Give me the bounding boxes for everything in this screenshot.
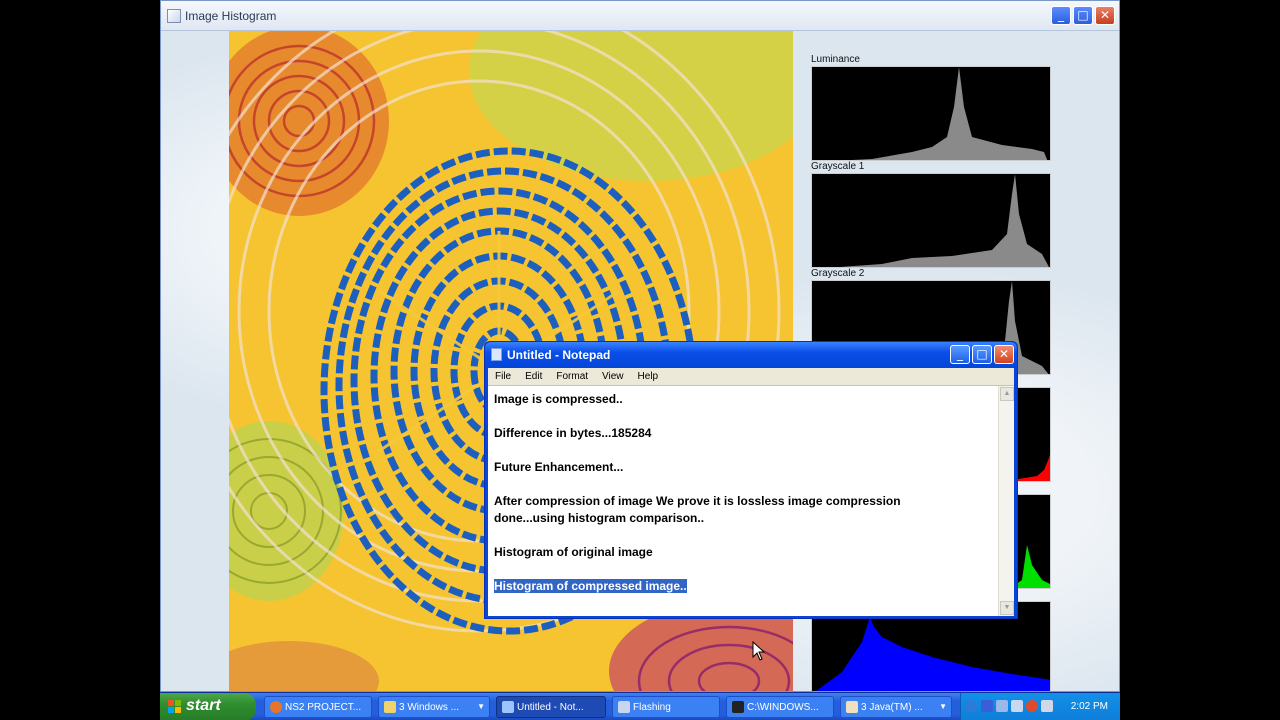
firefox-icon xyxy=(270,701,282,713)
maximize-button[interactable]: □ xyxy=(1073,6,1093,25)
java-app-icon xyxy=(167,9,181,23)
luminance-histogram xyxy=(811,66,1051,161)
text-line: Histogram of compressed image.. xyxy=(494,578,994,595)
cmd-icon xyxy=(732,701,744,713)
scroll-up-icon[interactable]: ▲ xyxy=(1000,387,1014,401)
taskbar-button-label: NS2 PROJECT... xyxy=(285,702,362,713)
volume-icon[interactable] xyxy=(1041,700,1053,712)
notepad-icon xyxy=(502,701,514,713)
text-line: After compression of image We prove it i… xyxy=(494,494,901,508)
notepad-title: Untitled - Notepad xyxy=(507,348,611,362)
text-line xyxy=(494,527,994,544)
selected-text: Histogram of compressed image.. xyxy=(494,579,687,593)
start-label: start xyxy=(186,697,221,714)
window-titlebar[interactable]: Image Histogram _ □ ✕ xyxy=(161,1,1119,31)
network-icon-2[interactable] xyxy=(1011,700,1023,712)
notepad-menubar: File Edit Format View Help xyxy=(488,368,1014,386)
taskbar-button-label: 3 Java(TM) ... xyxy=(861,702,923,713)
grayscale-1-histogram xyxy=(811,173,1051,268)
text-line xyxy=(494,442,994,459)
text-line: Image is compressed.. xyxy=(494,392,623,406)
system-tray: 2:02 PM xyxy=(960,693,1120,720)
folder-icon xyxy=(384,701,396,713)
text-line: Histogram of original image xyxy=(494,545,653,559)
security-alert-icon[interactable] xyxy=(1026,700,1038,712)
notepad-text-area[interactable]: Image is compressed.. Difference in byte… xyxy=(488,386,1014,616)
window-title: Image Histogram xyxy=(185,9,277,23)
text-line xyxy=(494,408,994,425)
app-icon xyxy=(618,701,630,713)
taskbar: start NS2 PROJECT... 3 Windows ... ▼ Unt… xyxy=(160,692,1120,720)
java-icon xyxy=(846,701,858,713)
network-icon[interactable] xyxy=(996,700,1008,712)
text-line: done...using histogram comparison.. xyxy=(494,511,705,525)
windows-flag-icon xyxy=(168,700,181,713)
close-button[interactable]: ✕ xyxy=(1095,6,1115,25)
histogram-label-grayscale-2: Grayscale 2 xyxy=(811,268,865,279)
minimize-button[interactable]: _ xyxy=(1051,6,1071,25)
text-line xyxy=(494,476,994,493)
menu-file[interactable]: File xyxy=(488,368,518,385)
notepad-minimize-button[interactable]: _ xyxy=(950,345,970,364)
taskbar-button-label: Flashing xyxy=(633,702,671,713)
text-line: Future Enhancement... xyxy=(494,460,624,474)
taskbar-button-label: 3 Windows ... xyxy=(399,702,460,713)
menu-edit[interactable]: Edit xyxy=(518,368,549,385)
notepad-icon xyxy=(491,348,502,361)
scroll-down-icon[interactable]: ▼ xyxy=(1000,601,1014,615)
notepad-window: Untitled - Notepad _ □ ✕ File Edit Forma… xyxy=(484,341,1018,619)
tray-app-icon[interactable] xyxy=(981,700,993,712)
histogram-label-grayscale-1: Grayscale 1 xyxy=(811,161,865,172)
taskbar-button-notepad[interactable]: Untitled - Not... xyxy=(496,696,606,718)
menu-help[interactable]: Help xyxy=(631,368,666,385)
taskbar-button-java-group[interactable]: 3 Java(TM) ... ▼ xyxy=(840,696,952,718)
taskbar-button-flashing[interactable]: Flashing xyxy=(612,696,720,718)
menu-format[interactable]: Format xyxy=(549,368,595,385)
text-line xyxy=(494,561,994,578)
taskbar-button-label: C:\WINDOWS... xyxy=(747,702,819,713)
tray-expand-icon[interactable] xyxy=(965,700,977,712)
taskbar-button-ns2-project[interactable]: NS2 PROJECT... xyxy=(264,696,372,718)
notepad-titlebar[interactable]: Untitled - Notepad _ □ ✕ xyxy=(485,342,1017,368)
desktop-screen: Image Histogram _ □ ✕ Luminance Grayscal… xyxy=(0,0,1280,720)
notepad-maximize-button[interactable]: □ xyxy=(972,345,992,364)
taskbar-button-label: Untitled - Not... xyxy=(517,702,584,713)
taskbar-button-windows-group[interactable]: 3 Windows ... ▼ xyxy=(378,696,490,718)
start-button[interactable]: start xyxy=(160,693,256,720)
histogram-label-luminance: Luminance xyxy=(811,54,860,65)
group-caret-icon: ▼ xyxy=(939,702,947,711)
clock: 2:02 PM xyxy=(1070,701,1108,712)
mouse-cursor-icon xyxy=(752,641,766,661)
group-caret-icon: ▼ xyxy=(477,702,485,711)
taskbar-button-cmd[interactable]: C:\WINDOWS... xyxy=(726,696,834,718)
menu-view[interactable]: View xyxy=(595,368,631,385)
vertical-scrollbar[interactable]: ▲ ▼ xyxy=(998,386,1014,616)
text-line: Difference in bytes...185284 xyxy=(494,426,652,440)
notepad-close-button[interactable]: ✕ xyxy=(994,345,1014,364)
